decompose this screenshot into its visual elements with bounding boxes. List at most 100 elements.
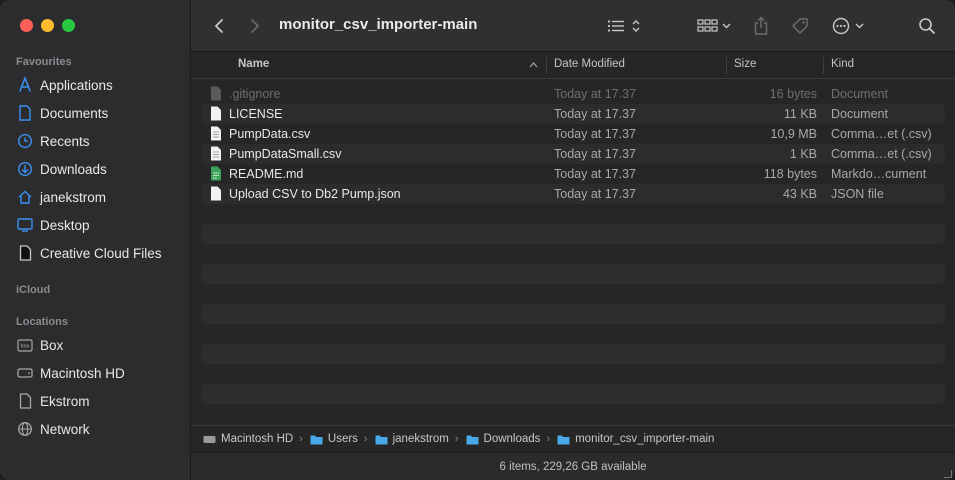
- sidebar-item-label: Applications: [40, 77, 113, 93]
- clock-icon: [16, 132, 34, 150]
- sidebar-item-label: Recents: [40, 133, 90, 149]
- file-name: PumpData.csv: [229, 127, 311, 141]
- box-drive-icon: box: [16, 336, 34, 354]
- path-crumb-label: Downloads: [483, 433, 541, 445]
- network-icon: [16, 420, 34, 438]
- file-row[interactable]: Upload CSV to Db2 Pump.json Today at 17.…: [201, 184, 945, 204]
- hard-drive-icon: [203, 435, 216, 443]
- download-icon: [16, 160, 34, 178]
- forward-button[interactable]: [245, 14, 265, 38]
- empty-row-stripe: [201, 304, 945, 324]
- minimize-window-button[interactable]: [41, 19, 54, 32]
- sidebar-item-documents[interactable]: Documents: [16, 102, 108, 124]
- sidebar-item-recents[interactable]: Recents: [16, 130, 90, 152]
- ellipsis-circle-icon: [832, 17, 864, 35]
- sidebar-item-network[interactable]: Network: [16, 418, 90, 440]
- file-kind: Comma…et (.csv): [831, 127, 932, 141]
- sidebar-item-macintosh-hd[interactable]: Macintosh HD: [16, 362, 125, 384]
- sort-ascending-icon[interactable]: [529, 62, 538, 68]
- zoom-window-button[interactable]: [62, 19, 75, 32]
- hard-drive-icon: [16, 364, 34, 382]
- sidebar-item-label: Desktop: [40, 217, 90, 233]
- sidebar-item-label: Network: [40, 421, 90, 437]
- file-size: 16 bytes: [769, 87, 817, 101]
- file-row[interactable]: PumpData.csv Today at 17.37 10,9 MB Comm…: [201, 124, 945, 144]
- sidebar-item-creative-cloud-files[interactable]: Creative Cloud Files: [16, 242, 162, 264]
- file-kind: Comma…et (.csv): [831, 147, 932, 161]
- csv-file-icon: [211, 126, 221, 141]
- path-crumb-users[interactable]: Users: [310, 433, 358, 445]
- section-title-locations[interactable]: Locations: [16, 316, 68, 328]
- view-options-button[interactable]: [605, 14, 645, 38]
- file-date: Today at 17.37: [554, 167, 637, 181]
- search-button[interactable]: [917, 14, 937, 38]
- file-kind: JSON file: [831, 187, 884, 201]
- traffic-lights: [20, 19, 75, 32]
- file-icon: [16, 244, 34, 262]
- sidebar-item-label: janekstrom: [40, 189, 107, 205]
- sidebar-item-label: Downloads: [40, 161, 107, 177]
- empty-row-stripe: [201, 264, 945, 284]
- file-name: LICENSE: [229, 107, 283, 121]
- toolbar: monitor_csv_importer-main: [191, 0, 955, 52]
- path-bar: Macintosh HD › Users › janekstrom › Down…: [191, 425, 955, 452]
- chevron-left-icon: [214, 19, 223, 33]
- column-date-header[interactable]: Date Modified: [554, 58, 625, 70]
- sidebar-item-ekstrom[interactable]: Ekstrom: [16, 390, 90, 412]
- finder-window: Favourites Applications Documents Recent…: [0, 0, 955, 480]
- document-icon: [211, 186, 221, 201]
- sidebar-item-box[interactable]: box Box: [16, 334, 63, 356]
- chevron-right-icon: ›: [454, 433, 459, 445]
- column-divider[interactable]: [726, 57, 727, 74]
- path-crumb-label: Users: [327, 433, 358, 445]
- document-icon: [16, 392, 34, 410]
- document-icon: [16, 104, 34, 122]
- path-crumb-macintosh-hd[interactable]: Macintosh HD: [203, 433, 293, 445]
- path-crumb-current-folder[interactable]: monitor_csv_importer-main: [557, 433, 714, 445]
- sidebar-item-home[interactable]: janekstrom: [16, 186, 106, 208]
- file-kind: Markdo…cument: [831, 167, 927, 181]
- path-crumb-downloads[interactable]: Downloads: [466, 433, 541, 445]
- folder-icon: [557, 435, 570, 444]
- file-row[interactable]: LICENSE Today at 17.37 11 KB Document: [201, 104, 945, 124]
- sidebar: Favourites Applications Documents Recent…: [0, 0, 191, 480]
- column-size-header[interactable]: Size: [734, 58, 756, 70]
- chevron-right-icon: [251, 19, 260, 33]
- section-title-icloud[interactable]: iCloud: [16, 284, 50, 296]
- column-kind-header[interactable]: Kind: [831, 58, 854, 70]
- file-date: Today at 17.37: [554, 127, 637, 141]
- document-icon: [211, 106, 221, 121]
- sidebar-item-applications[interactable]: Applications: [16, 74, 113, 96]
- applications-icon: [16, 76, 34, 94]
- tags-button[interactable]: [789, 14, 811, 38]
- file-name: README.md: [229, 167, 304, 181]
- column-divider[interactable]: [823, 57, 824, 74]
- file-size: 1 KB: [789, 147, 817, 161]
- file-date: Today at 17.37: [554, 87, 637, 101]
- share-icon: [754, 16, 768, 35]
- file-row[interactable]: .gitignore Today at 17.37 16 bytes Docum…: [201, 84, 945, 104]
- file-name: Upload CSV to Db2 Pump.json: [229, 187, 401, 201]
- group-by-button[interactable]: [695, 14, 735, 38]
- file-date: Today at 17.37: [554, 187, 637, 201]
- file-size: 10,9 MB: [770, 127, 817, 141]
- markdown-file-icon: [211, 166, 221, 181]
- sidebar-item-label: Documents: [40, 105, 109, 121]
- column-name-header[interactable]: Name: [238, 58, 269, 70]
- file-row[interactable]: PumpDataSmall.csv Today at 17.37 1 KB Co…: [201, 144, 945, 164]
- share-button[interactable]: [751, 14, 771, 38]
- column-divider[interactable]: [546, 57, 547, 74]
- resize-grip[interactable]: [944, 470, 952, 478]
- window-title: monitor_csv_importer-main: [279, 16, 478, 33]
- file-size: 118 bytes: [763, 167, 817, 181]
- sidebar-item-downloads[interactable]: Downloads: [16, 158, 107, 180]
- sidebar-item-desktop[interactable]: Desktop: [16, 214, 90, 236]
- path-crumb-janekstrom[interactable]: janekstrom: [375, 433, 449, 445]
- empty-row-stripe: [201, 384, 945, 404]
- file-row[interactable]: README.md Today at 17.37 118 bytes Markd…: [201, 164, 945, 184]
- file-name: PumpDataSmall.csv: [229, 147, 342, 161]
- column-header: Name Date Modified Size Kind: [191, 52, 955, 79]
- back-button[interactable]: [209, 14, 229, 38]
- action-menu-button[interactable]: [831, 14, 869, 38]
- close-window-button[interactable]: [20, 19, 33, 32]
